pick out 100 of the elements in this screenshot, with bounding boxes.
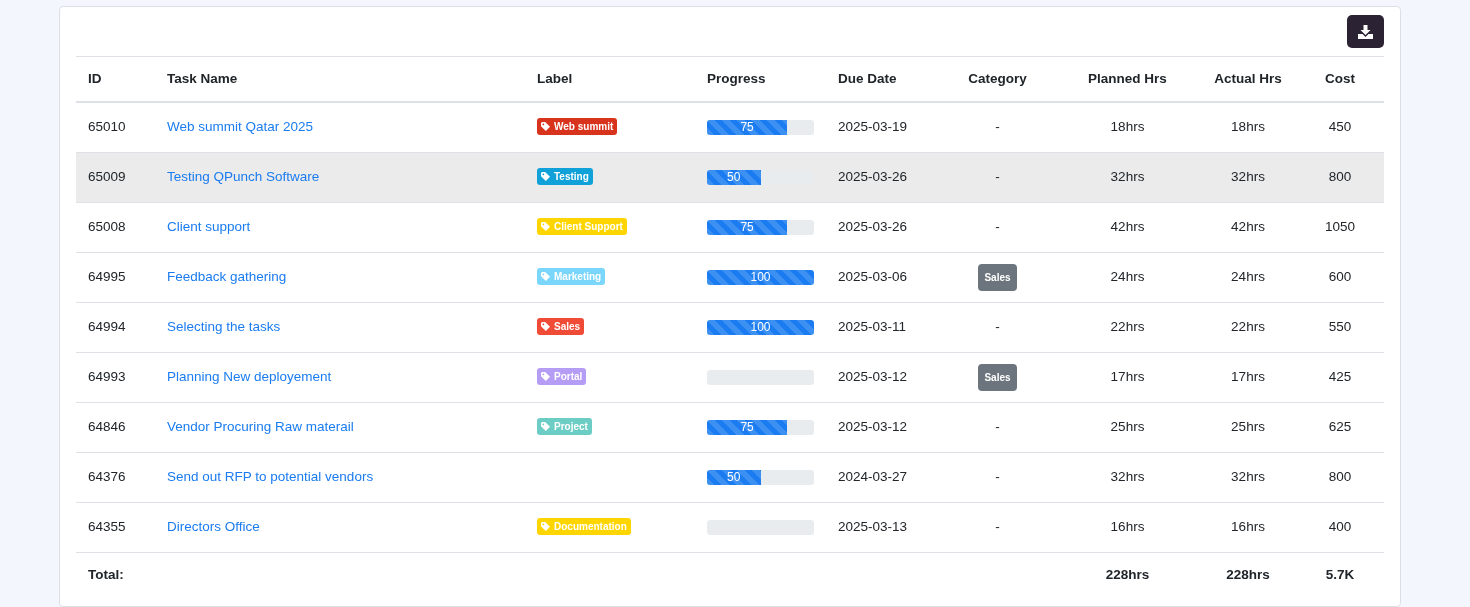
tag-icon [541, 421, 550, 431]
label-tag: Web summit [537, 118, 618, 136]
tag-icon [541, 321, 550, 331]
table-cell: 2025-03-12 [826, 402, 940, 452]
progress-fill: 75 [707, 419, 788, 435]
label-tag: Sales [537, 317, 585, 335]
table-cell: - [940, 302, 1055, 352]
table-cell: 64994 [76, 302, 155, 352]
table-cell: 65008 [76, 202, 155, 252]
tag-icon [541, 171, 550, 181]
progress-fill: 100 [707, 319, 814, 335]
table-cell: 1050 [1296, 202, 1384, 252]
download-icon [1358, 24, 1373, 39]
table-cell: 5.7K [1296, 552, 1384, 598]
table-cell: - [940, 452, 1055, 502]
column-header: Actual Hrs [1200, 57, 1296, 102]
table-cell: 2025-03-12 [826, 352, 940, 402]
table-cell: 32hrs [1055, 452, 1200, 502]
column-header: Category [940, 57, 1055, 102]
table-cell: 25hrs [1200, 402, 1296, 452]
table-cell: 800 [1296, 452, 1384, 502]
table-cell: 16hrs [1055, 502, 1200, 552]
table-cell: 17hrs [1055, 352, 1200, 402]
table-cell: 2025-03-11 [826, 302, 940, 352]
table-cell: 18hrs [1055, 102, 1200, 152]
label-tag: Client Support [537, 217, 627, 235]
table-cell: 400 [1296, 502, 1384, 552]
table-cell: 64993 [76, 352, 155, 402]
task-link[interactable]: Directors Office [167, 518, 260, 534]
table-cell: 42hrs [1055, 202, 1200, 252]
download-button[interactable] [1347, 15, 1384, 48]
table-cell: 32hrs [1200, 152, 1296, 202]
column-header: Task Name [155, 57, 525, 102]
table-cell: 24hrs [1200, 252, 1296, 302]
table-cell: 17hrs [1200, 352, 1296, 402]
table-cell: 2025-03-26 [826, 202, 940, 252]
task-link[interactable]: Client support [167, 218, 251, 234]
table-cell: 450 [1296, 102, 1384, 152]
column-header: Label [525, 57, 695, 102]
label-tag: Marketing [537, 267, 606, 285]
task-link[interactable]: Selecting the tasks [167, 318, 281, 334]
table-cell: 64846 [76, 402, 155, 452]
column-header: ID [76, 57, 155, 102]
table-cell: 24hrs [1055, 252, 1200, 302]
column-header: Due Date [826, 57, 940, 102]
tag-icon [541, 122, 550, 132]
table-cell: 25hrs [1055, 402, 1200, 452]
table-cell: 2025-03-19 [826, 102, 940, 152]
progress-fill: 50 [707, 169, 761, 185]
label-tag: Project [537, 417, 592, 435]
task-link[interactable]: Vendor Procuring Raw materail [167, 418, 354, 434]
tag-icon [541, 271, 550, 281]
table-cell: 228hrs [1200, 552, 1296, 598]
label-tag: Portal [537, 367, 587, 385]
task-link[interactable]: Testing QPunch Software [167, 168, 320, 184]
progress-fill: 50 [707, 469, 761, 485]
table-cell: 625 [1296, 402, 1384, 452]
progress-fill: 75 [707, 219, 788, 235]
table-cell: 2025-03-13 [826, 502, 940, 552]
total-label: Total: [76, 552, 1055, 598]
table-cell: 2025-03-26 [826, 152, 940, 202]
task-link[interactable]: Web summit Qatar 2025 [167, 119, 314, 135]
table-cell: 22hrs [1200, 302, 1296, 352]
tag-icon [541, 521, 550, 531]
progress-fill: 100 [707, 269, 814, 285]
table-cell: 65009 [76, 152, 155, 202]
table-cell: - [940, 502, 1055, 552]
table-cell: 228hrs [1055, 552, 1200, 598]
table-cell: 64355 [76, 502, 155, 552]
table-cell: 65010 [76, 102, 155, 152]
column-header: Planned Hrs [1055, 57, 1200, 102]
table-cell: 800 [1296, 152, 1384, 202]
table-cell: - [940, 152, 1055, 202]
task-link[interactable]: Feedback gathering [167, 268, 287, 284]
category-tag: Sales [978, 263, 1017, 291]
column-header: Progress [695, 57, 826, 102]
label-tag: Documentation [537, 517, 631, 535]
category-tag: Sales [978, 363, 1017, 391]
table-cell: - [940, 402, 1055, 452]
tag-icon [541, 371, 550, 381]
tag-icon [541, 221, 550, 231]
table-cell: 2024-03-27 [826, 452, 940, 502]
table-cell: 16hrs [1200, 502, 1296, 552]
table-cell: 2025-03-06 [826, 252, 940, 302]
table-cell: 18hrs [1200, 102, 1296, 152]
table-cell: 22hrs [1055, 302, 1200, 352]
label-tag: Testing [537, 167, 593, 185]
table-cell: 42hrs [1200, 202, 1296, 252]
table-cell: 425 [1296, 352, 1384, 402]
task-link[interactable]: Send out RFP to potential vendors [167, 468, 374, 484]
task-link[interactable]: Planning New deployement [167, 368, 332, 384]
table-cell: 64995 [76, 252, 155, 302]
column-header: Cost [1296, 57, 1384, 102]
table-cell: 550 [1296, 302, 1384, 352]
table-cell: - [940, 102, 1055, 152]
progress-fill: 75 [707, 119, 788, 135]
table-cell: 64376 [76, 452, 155, 502]
table-cell: 600 [1296, 252, 1384, 302]
table-cell: 32hrs [1055, 152, 1200, 202]
table-cell: - [940, 202, 1055, 252]
